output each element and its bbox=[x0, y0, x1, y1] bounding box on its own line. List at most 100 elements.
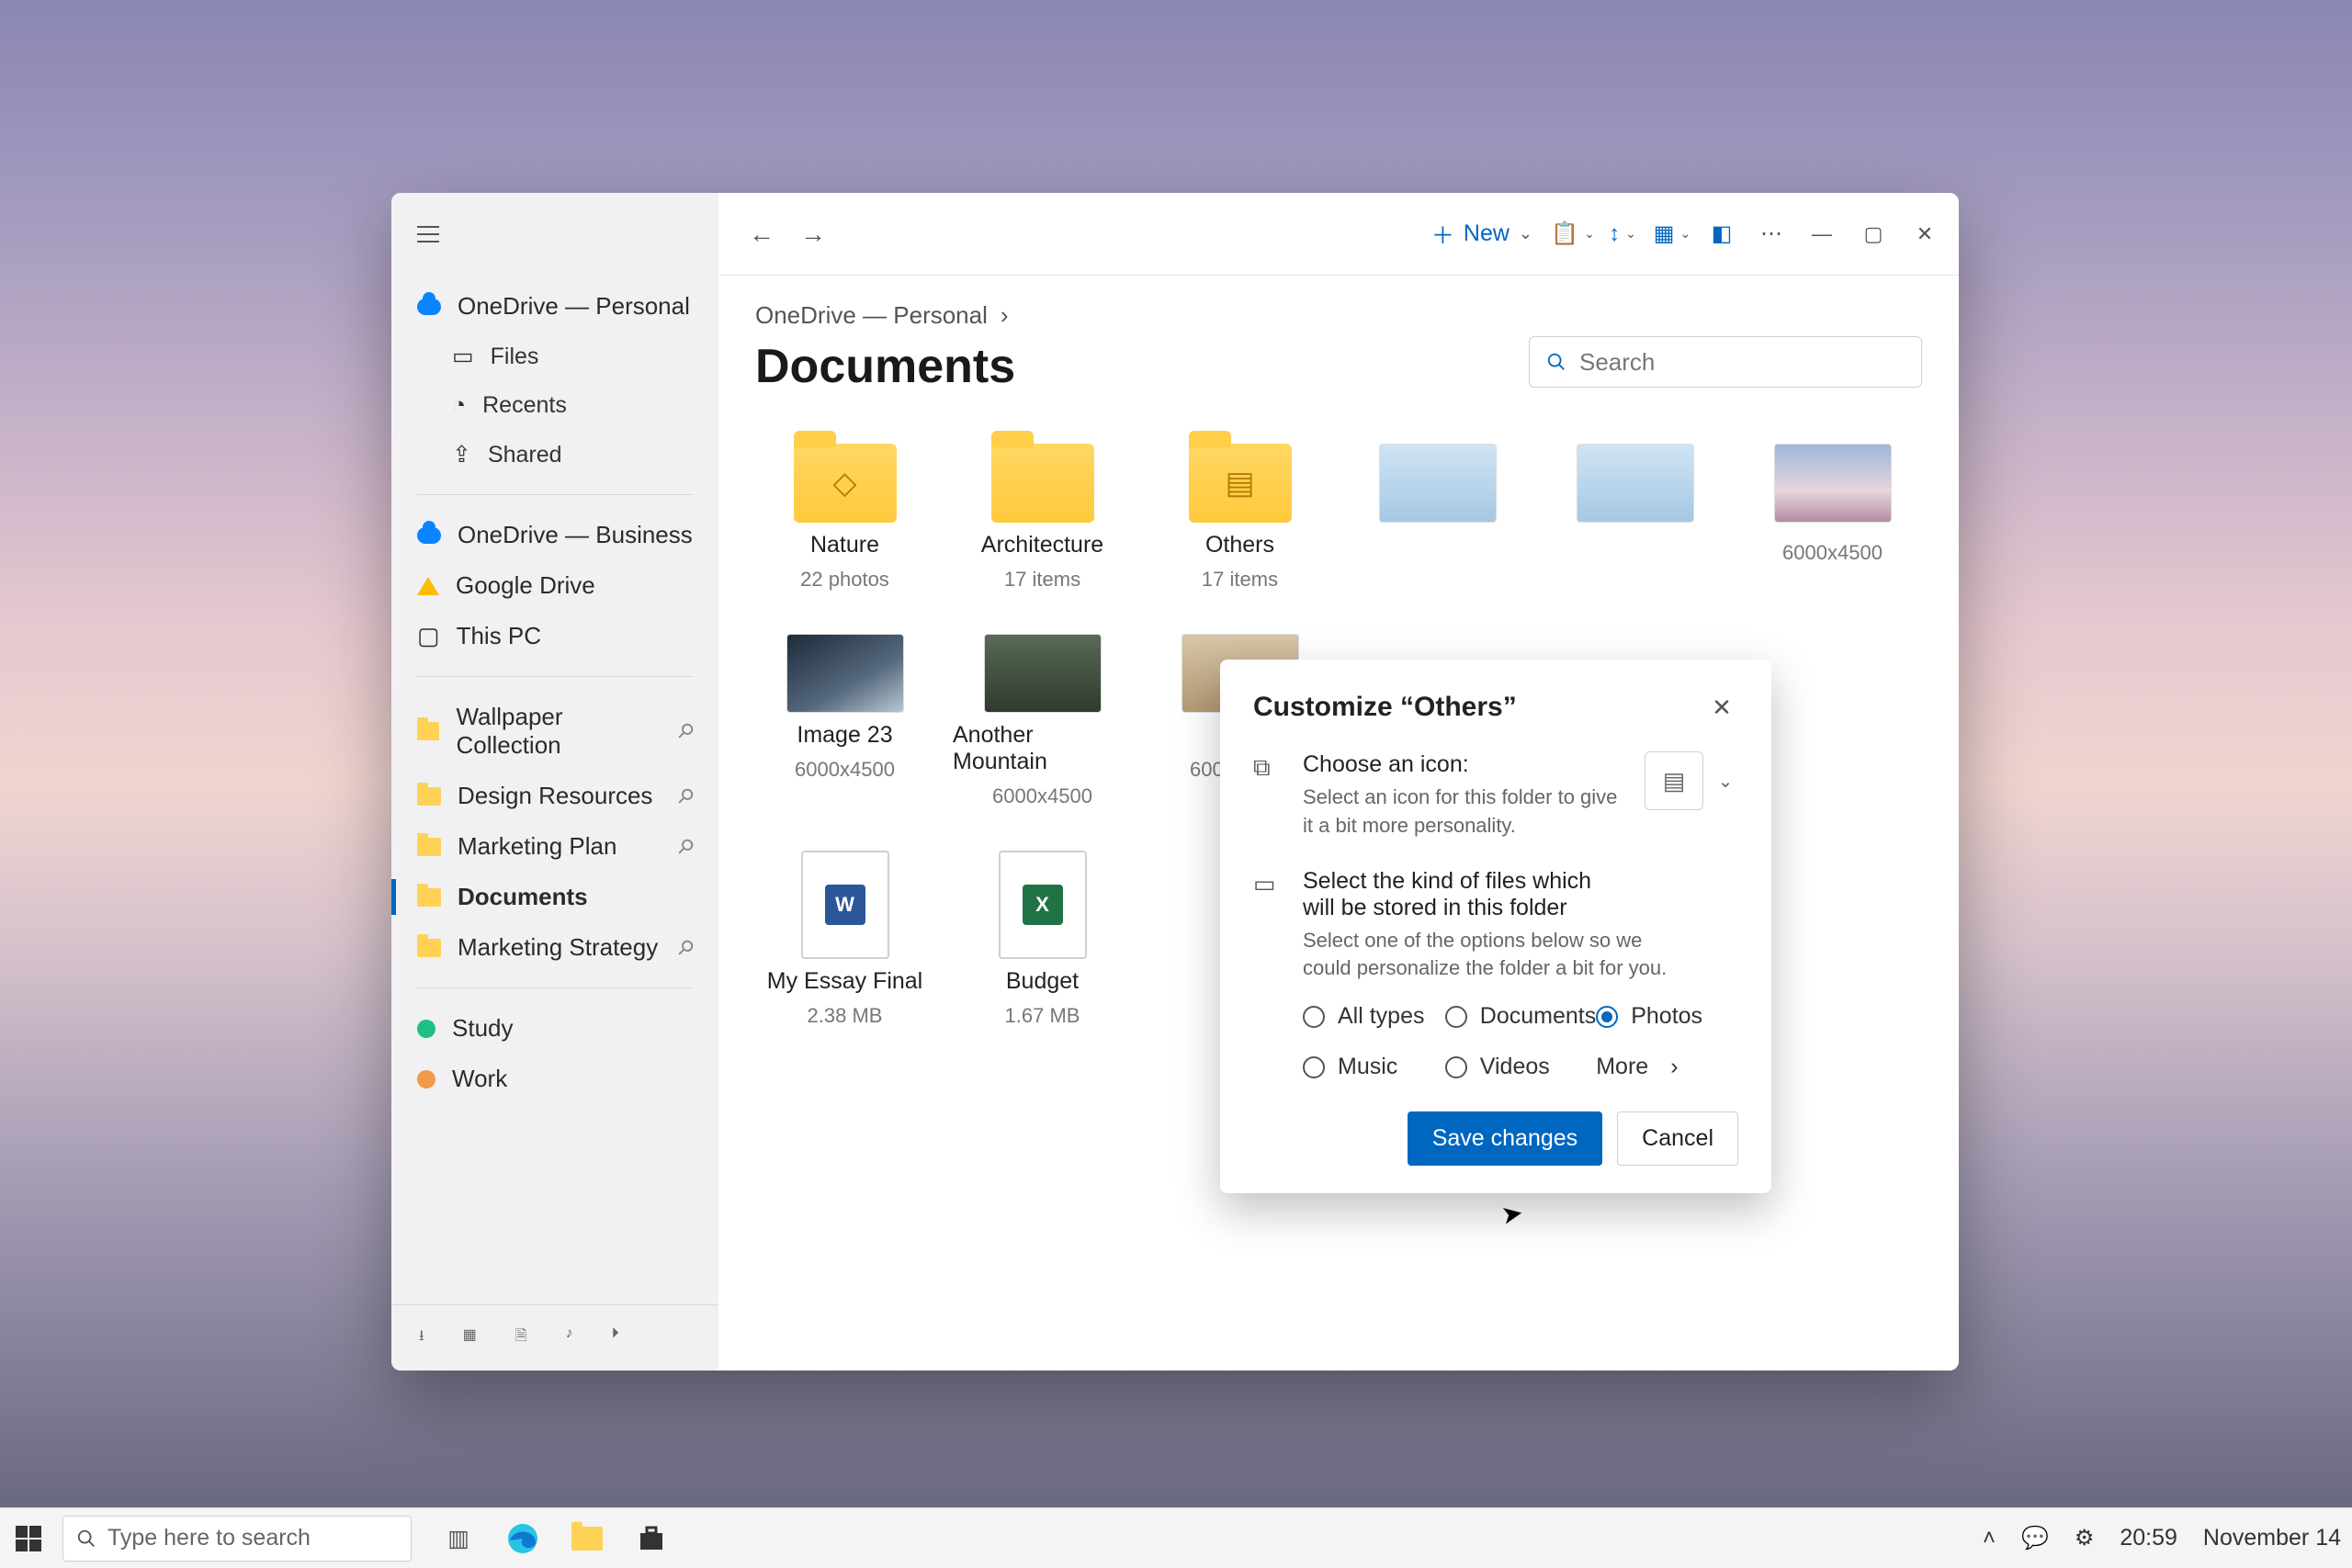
document-icon[interactable]: 🗎 bbox=[515, 1325, 527, 1350]
breadcrumb[interactable]: OneDrive — Personal › bbox=[755, 301, 1922, 330]
item-meta: 6000x4500 bbox=[795, 758, 895, 782]
main-pane: ← → ＋ New ⌄ 📋⌄ ↕⌄ ▦⌄ ◧ ⋯ — ▢ ✕ OneDr bbox=[718, 193, 1959, 1371]
tray-settings-icon[interactable]: ⚙ bbox=[2075, 1525, 2095, 1551]
kind-label: Select the kind of files which will be s… bbox=[1303, 868, 1615, 921]
sidebar-item-recents[interactable]: ◔ Recents bbox=[391, 381, 718, 430]
chevron-down-icon: ⌄ bbox=[1519, 224, 1532, 243]
new-button[interactable]: ＋ New ⌄ bbox=[1420, 210, 1544, 258]
taskbar: Type here to search ▥ ˄ 💬 ⚙ 20:59 Novemb… bbox=[0, 1507, 2352, 1568]
share-icon: ⇪ bbox=[452, 441, 471, 468]
customize-dialog: Customize “Others” ✕ ⧉ Choose an icon: S… bbox=[1220, 660, 1771, 1193]
music-icon[interactable]: ♪ bbox=[566, 1325, 573, 1350]
store-app[interactable] bbox=[632, 1519, 671, 1558]
image-thumb[interactable] bbox=[1348, 444, 1527, 592]
radio-all-types[interactable]: All types bbox=[1303, 1003, 1445, 1030]
taskbar-search[interactable]: Type here to search bbox=[62, 1516, 412, 1562]
more-options[interactable]: More › bbox=[1596, 1054, 1738, 1080]
paste-button[interactable]: 📋⌄ bbox=[1553, 214, 1593, 254]
tray-time[interactable]: 20:59 bbox=[2120, 1525, 2177, 1551]
back-button[interactable]: ← bbox=[741, 213, 783, 255]
radio-icon bbox=[1445, 1056, 1467, 1078]
icon-selector[interactable]: ▤ bbox=[1645, 751, 1703, 810]
cancel-button[interactable]: Cancel bbox=[1617, 1111, 1738, 1166]
sidebar-pinned-marketing-strategy[interactable]: Marketing Strategy ⚲ bbox=[391, 922, 718, 973]
close-button[interactable]: ✕ bbox=[1904, 213, 1946, 255]
maximize-button[interactable]: ▢ bbox=[1852, 213, 1894, 255]
item-meta: 6000x4500 bbox=[992, 784, 1092, 808]
pin-icon[interactable]: ⚲ bbox=[672, 783, 699, 810]
icon-selector-dropdown[interactable]: ⌄ bbox=[1713, 751, 1738, 810]
sidebar-drive-thispc[interactable]: ▢ This PC bbox=[391, 611, 718, 661]
image-thumb[interactable]: 6000x4500 bbox=[1743, 444, 1922, 592]
radio-label: All types bbox=[1338, 1003, 1424, 1030]
kind-desc: Select one of the options below so we co… bbox=[1303, 927, 1670, 984]
minimize-button[interactable]: — bbox=[1801, 213, 1843, 255]
radio-documents[interactable]: Documents bbox=[1445, 1003, 1596, 1030]
folder-others[interactable]: ▤ Others 17 items bbox=[1150, 444, 1329, 592]
search-icon bbox=[1546, 352, 1566, 372]
folder-nature[interactable]: ◇ Nature 22 photos bbox=[755, 444, 934, 592]
radio-music[interactable]: Music bbox=[1303, 1054, 1445, 1080]
forward-button[interactable]: → bbox=[792, 213, 834, 255]
sidebar-pinned-design[interactable]: Design Resources ⚲ bbox=[391, 771, 718, 821]
sidebar-item-label: Design Resources bbox=[458, 782, 652, 810]
image-23[interactable]: Image 23 6000x4500 bbox=[755, 634, 934, 808]
image-another-mountain[interactable]: Another Mountain 6000x4500 bbox=[953, 634, 1132, 808]
tray-date[interactable]: November 14 bbox=[2203, 1525, 2341, 1551]
radio-icon bbox=[1596, 1006, 1618, 1028]
sidebar-drive-onedrive-business[interactable]: OneDrive — Business bbox=[391, 510, 718, 560]
item-name: Image 23 bbox=[797, 722, 892, 749]
sidebar-drive-onedrive-personal[interactable]: OneDrive — Personal bbox=[391, 281, 718, 332]
explorer-app[interactable] bbox=[568, 1519, 606, 1558]
clock-icon: ◔ bbox=[452, 392, 466, 419]
sidebar-drive-google[interactable]: Google Drive bbox=[391, 560, 718, 611]
doc-budget[interactable]: X Budget 1.67 MB bbox=[953, 851, 1132, 1028]
start-button[interactable] bbox=[11, 1521, 46, 1556]
edge-app[interactable] bbox=[503, 1519, 542, 1558]
radio-icon bbox=[1303, 1006, 1325, 1028]
hamburger-icon[interactable] bbox=[417, 226, 439, 243]
item-name: Architecture bbox=[981, 532, 1103, 558]
radio-videos[interactable]: Videos bbox=[1445, 1054, 1596, 1080]
save-changes-button[interactable]: Save changes bbox=[1408, 1111, 1602, 1166]
view-button[interactable]: ▦⌄ bbox=[1652, 214, 1692, 254]
tray-chat-icon[interactable]: 💬 bbox=[2021, 1525, 2049, 1551]
search-input[interactable]: Search bbox=[1529, 336, 1922, 388]
dialog-close-button[interactable]: ✕ bbox=[1705, 691, 1738, 724]
breadcrumb-root[interactable]: OneDrive — Personal bbox=[755, 301, 988, 330]
pin-icon[interactable]: ⚲ bbox=[672, 833, 699, 861]
doc-essay[interactable]: W My Essay Final 2.38 MB bbox=[755, 851, 934, 1028]
sidebar-pinned-marketing-plan[interactable]: Marketing Plan ⚲ bbox=[391, 821, 718, 872]
sidebar-item-shared[interactable]: ⇪ Shared bbox=[391, 430, 718, 479]
sidebar-item-label: Study bbox=[452, 1014, 514, 1043]
choose-icon-label: Choose an icon: bbox=[1303, 751, 1626, 778]
sidebar-pinned-documents[interactable]: Documents bbox=[391, 872, 718, 922]
image-icon bbox=[786, 634, 904, 713]
folder-icon bbox=[991, 444, 1094, 523]
tray-chevron-up-icon[interactable]: ˄ bbox=[1983, 1526, 1996, 1551]
task-view-button[interactable]: ▥ bbox=[439, 1519, 478, 1558]
pin-icon[interactable]: ⚲ bbox=[672, 934, 699, 962]
folder-icon bbox=[417, 888, 441, 907]
copy-icon: ⧉ bbox=[1253, 751, 1284, 840]
more-button[interactable]: ⋯ bbox=[1751, 214, 1792, 254]
video-icon[interactable]: ⏵ bbox=[612, 1325, 619, 1350]
sidebar-item-label: Google Drive bbox=[456, 571, 595, 600]
sidebar-tag-study[interactable]: Study bbox=[391, 1003, 718, 1054]
sidebar-item-label: OneDrive — Personal bbox=[458, 292, 690, 321]
download-icon[interactable]: ⭳ bbox=[419, 1325, 424, 1350]
sidebar-item-files[interactable]: ▭ Files bbox=[391, 332, 718, 381]
radio-label: Videos bbox=[1480, 1054, 1550, 1080]
sidebar-tag-work[interactable]: Work bbox=[391, 1054, 718, 1104]
sidebar-pinned-wallpaper[interactable]: Wallpaper Collection ⚲ bbox=[391, 692, 718, 771]
details-pane-button[interactable]: ◧ bbox=[1702, 214, 1742, 254]
pin-icon[interactable]: ⚲ bbox=[672, 717, 699, 745]
image-thumb[interactable] bbox=[1545, 444, 1724, 592]
image-icon[interactable]: ▦ bbox=[463, 1325, 477, 1350]
tag-dot-icon bbox=[417, 1020, 435, 1038]
cloud-icon bbox=[417, 299, 441, 315]
radio-photos[interactable]: Photos bbox=[1596, 1003, 1738, 1030]
folder-architecture[interactable]: Architecture 17 items bbox=[953, 444, 1132, 592]
sort-button[interactable]: ↕⌄ bbox=[1602, 214, 1643, 254]
sidebar-item-label: This PC bbox=[457, 622, 541, 650]
